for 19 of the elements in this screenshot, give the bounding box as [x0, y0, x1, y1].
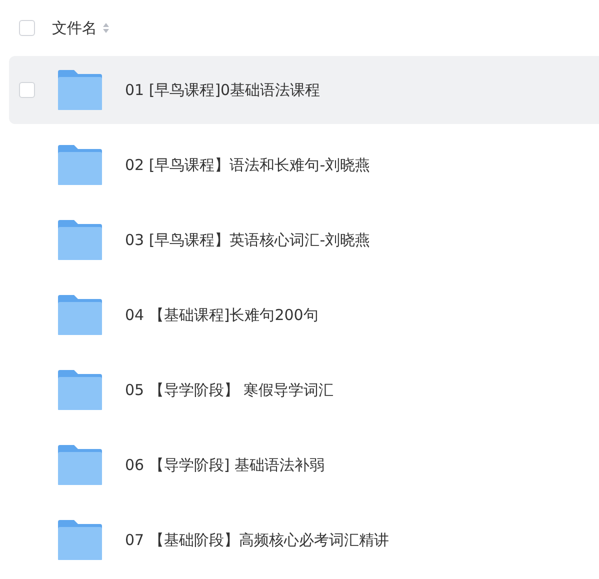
- folder-icon: [57, 444, 103, 486]
- file-name[interactable]: 01 [早鸟课程]0基础语法课程: [125, 80, 320, 100]
- folder-icon: [57, 219, 103, 261]
- file-name[interactable]: 02 [早鸟课程】语法和长难句-刘晓燕: [125, 156, 370, 174]
- folder-icon: [57, 294, 103, 336]
- column-header[interactable]: 文件名: [52, 18, 97, 38]
- sort-icon[interactable]: [102, 22, 110, 34]
- file-name[interactable]: 07 【基础阶段】高频核心必考词汇精讲: [125, 530, 389, 550]
- select-all-checkbox[interactable]: [19, 20, 35, 36]
- folder-icon: [57, 519, 103, 561]
- file-row[interactable]: 01 [早鸟课程]0基础语法课程: [9, 56, 599, 124]
- row-checkbox[interactable]: [19, 82, 35, 98]
- file-name[interactable]: 03 [早鸟课程】英语核心词汇-刘晓燕: [125, 230, 370, 250]
- folder-icon: [57, 69, 103, 111]
- file-name[interactable]: 05 【导学阶段】 寒假导学词汇: [125, 380, 334, 400]
- file-name[interactable]: 06 【导学阶段] 基础语法补弱: [125, 456, 324, 474]
- file-name[interactable]: 04 【基础课程]长难句200句: [125, 306, 318, 324]
- folder-icon: [57, 369, 103, 411]
- folder-icon: [57, 144, 103, 186]
